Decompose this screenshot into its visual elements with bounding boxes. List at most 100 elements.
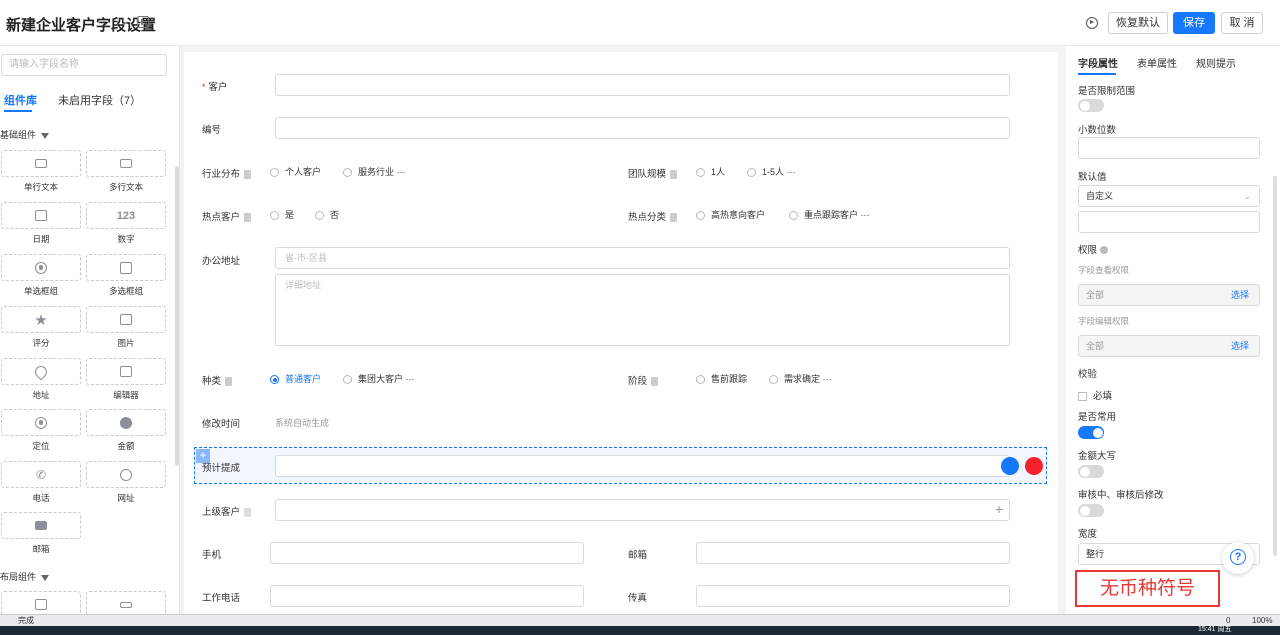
audit-edit-toggle[interactable] bbox=[1078, 504, 1104, 517]
option-text: 是 bbox=[285, 210, 295, 220]
view-permission-choose-link[interactable]: 选择 bbox=[1231, 285, 1249, 305]
group-layout[interactable]: 布局组件 bbox=[0, 570, 50, 583]
customer-label-text: 客户 bbox=[208, 82, 228, 93]
default-value-input[interactable] bbox=[1078, 211, 1260, 233]
comp-grid-layout[interactable] bbox=[1, 591, 81, 614]
address-detail-textarea[interactable]: 详细地址 bbox=[275, 274, 1010, 346]
permission-label: 权限 bbox=[1078, 242, 1108, 256]
fax-input[interactable] bbox=[696, 585, 1010, 607]
header: 新建企业客户字段设置 恢复默认 保存 取 消 bbox=[0, 0, 1280, 46]
comp-locate[interactable] bbox=[1, 409, 81, 436]
industry-option-personal[interactable]: 个人客户 bbox=[270, 165, 321, 178]
industry-option-service[interactable]: 服务行业 ··· bbox=[343, 165, 406, 178]
option-text: 普通客户 bbox=[285, 374, 322, 384]
decimals-input[interactable] bbox=[1078, 137, 1260, 159]
customer-input[interactable] bbox=[275, 74, 1010, 96]
comp-single-line-text[interactable] bbox=[1, 150, 81, 177]
layout-toggle-icon[interactable] bbox=[137, 16, 149, 28]
hierarchy-icon bbox=[244, 507, 252, 517]
radio-circle bbox=[270, 211, 279, 221]
type-option-normal[interactable]: 普通客户 bbox=[270, 372, 321, 385]
parent-label-text: 上级客户 bbox=[202, 507, 241, 518]
field-info-icon bbox=[244, 212, 252, 222]
commission-input[interactable] bbox=[275, 455, 1010, 477]
common-toggle[interactable] bbox=[1078, 426, 1104, 439]
option-text: 1-5人 bbox=[762, 167, 785, 177]
globe-icon bbox=[120, 468, 132, 481]
os-taskbar: 15:41 周五 bbox=[0, 626, 1280, 635]
required-checkbox[interactable]: 必填 bbox=[1078, 388, 1112, 402]
mail-icon bbox=[35, 521, 47, 530]
required-mark: * bbox=[202, 82, 206, 92]
hot-customer-option-no[interactable]: 否 bbox=[315, 208, 339, 221]
type-option-group[interactable]: 集团大客户 ··· bbox=[343, 372, 415, 385]
comp-checkbox-group[interactable] bbox=[86, 254, 166, 281]
comp-email[interactable] bbox=[1, 512, 81, 539]
comp-multi-line-text[interactable] bbox=[86, 150, 166, 177]
comp-label: 多行文本 bbox=[108, 182, 143, 192]
info-icon[interactable] bbox=[1099, 246, 1108, 255]
phone-input[interactable] bbox=[270, 542, 584, 564]
group-basic[interactable]: 基础组件 bbox=[0, 128, 50, 141]
help-icon[interactable] bbox=[1222, 542, 1254, 574]
hot-customer-option-yes[interactable]: 是 bbox=[270, 208, 294, 221]
hide-field-icon[interactable] bbox=[1025, 457, 1043, 475]
divider-icon bbox=[120, 601, 132, 608]
radio-circle bbox=[747, 168, 756, 178]
more-indicator: ··· bbox=[405, 374, 415, 384]
hot-category-option-key[interactable]: 重点跟踪客户 ··· bbox=[789, 208, 870, 221]
code-input[interactable] bbox=[275, 117, 1010, 139]
option-text: 需求确定 bbox=[784, 374, 821, 384]
comp-label: 邮箱 bbox=[32, 544, 50, 554]
hot-category-option-high[interactable]: 高热意向客户 bbox=[696, 208, 765, 221]
parent-customer-input[interactable] bbox=[275, 499, 1010, 521]
comp-divider-layout[interactable] bbox=[86, 591, 166, 614]
tab-field-properties[interactable]: 字段属性 bbox=[1078, 55, 1118, 70]
comp-date[interactable] bbox=[1, 202, 81, 229]
field-search-input[interactable]: 请输入字段名称 bbox=[1, 54, 167, 76]
copy-field-icon[interactable] bbox=[1001, 457, 1019, 475]
workphone-input[interactable] bbox=[270, 585, 584, 607]
active-tab-indicator bbox=[1078, 73, 1116, 75]
comp-number[interactable]: 123 bbox=[86, 202, 166, 229]
comp-phone[interactable]: ✆ bbox=[1, 461, 81, 488]
tab-disabled-fields[interactable]: 未启用字段（7） bbox=[58, 92, 141, 108]
cancel-button[interactable]: 取 消 bbox=[1221, 12, 1263, 34]
caret-down-icon bbox=[41, 132, 50, 139]
zoom-level[interactable]: 100% bbox=[1252, 615, 1272, 626]
comp-url[interactable] bbox=[86, 461, 166, 488]
uppercase-toggle[interactable] bbox=[1078, 465, 1104, 478]
limit-range-toggle[interactable] bbox=[1078, 99, 1104, 112]
comp-radio-group[interactable] bbox=[1, 254, 81, 281]
tab-rule-tips[interactable]: 规则提示 bbox=[1196, 55, 1236, 70]
option-text: 服务行业 bbox=[358, 167, 395, 177]
tab-form-properties[interactable]: 表单属性 bbox=[1137, 55, 1177, 70]
email-input[interactable] bbox=[696, 542, 1010, 564]
team-option-1-5[interactable]: 1-5人 ··· bbox=[747, 165, 796, 178]
field-info-icon bbox=[670, 212, 678, 222]
comp-image[interactable] bbox=[86, 306, 166, 333]
right-scrollbar[interactable] bbox=[1273, 176, 1277, 556]
comp-amount[interactable] bbox=[86, 409, 166, 436]
stage-option-presale[interactable]: 售前跟踪 bbox=[696, 372, 747, 385]
comp-editor[interactable] bbox=[86, 358, 166, 385]
option-text: 重点跟踪客户 bbox=[804, 210, 859, 220]
preview-icon[interactable] bbox=[1086, 17, 1098, 29]
stage-label-text: 阶段 bbox=[628, 376, 648, 387]
comp-rating[interactable]: ★ bbox=[1, 306, 81, 333]
save-button[interactable]: 保存 bbox=[1173, 12, 1215, 34]
team-option-1[interactable]: 1人 bbox=[696, 165, 725, 178]
edit-permission-choose-link[interactable]: 选择 bbox=[1231, 336, 1249, 356]
add-parent-icon[interactable]: + bbox=[995, 501, 1003, 517]
address-region-input[interactable]: 省-市-区县 bbox=[275, 247, 1010, 269]
restore-default-button[interactable]: 恢复默认 bbox=[1108, 12, 1168, 34]
field-label-modified: 修改时间 bbox=[202, 419, 241, 430]
comp-label: 日期 bbox=[32, 234, 50, 244]
default-type-select[interactable]: 自定义 ⌄ bbox=[1078, 185, 1260, 207]
comp-address[interactable] bbox=[1, 358, 81, 385]
tab-component-library[interactable]: 组件库 bbox=[4, 92, 37, 108]
field-label-industry: 行业分布 bbox=[202, 166, 252, 180]
stage-option-confirm[interactable]: 需求确定 ··· bbox=[769, 372, 832, 385]
left-scrollbar[interactable] bbox=[175, 166, 179, 466]
component-panel: 请输入字段名称 组件库 未启用字段（7） 基础组件 单行文本 多行文本 日期 1… bbox=[0, 46, 180, 614]
